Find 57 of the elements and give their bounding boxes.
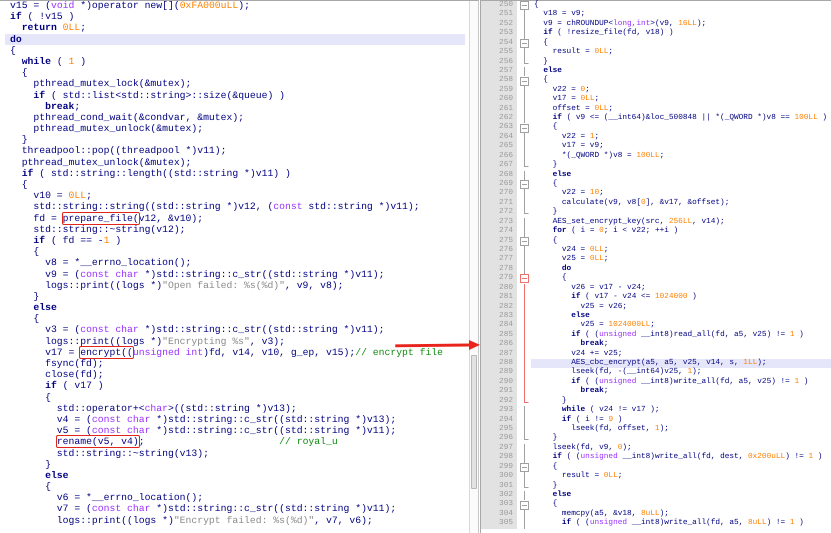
collapse-icon[interactable] <box>520 462 528 472</box>
collapse-icon[interactable] <box>520 76 528 86</box>
collapse-icon[interactable] <box>520 38 528 48</box>
code-line: v3 = (const char *)std::string::c_str((std::string *)v11); <box>44 324 386 336</box>
code-line: pthread_mutex_lock(&mutex); <box>32 78 192 90</box>
code-line: if ( std::list<std::string>::size(&queue) ) <box>32 90 286 101</box>
code-line: } <box>32 290 40 302</box>
scrollbar[interactable] <box>469 1 478 533</box>
code-line: v7 = (const char *)std::string::c_str((std::string *)v11); <box>56 503 398 515</box>
collapse-icon[interactable] <box>520 500 528 510</box>
code-line: else <box>44 470 70 482</box>
collapse-icon[interactable] <box>520 274 528 284</box>
code-line: } <box>20 134 29 146</box>
code-line: else <box>32 302 58 314</box>
code-line: { <box>32 246 40 258</box>
code-line: v15 = (void *)operator new[](0xFA000uLL); <box>10 0 251 12</box>
code-line: return 0LL; <box>22 22 88 34</box>
scrollbar-thumb[interactable] <box>471 355 477 489</box>
code-line: { <box>20 179 29 190</box>
code-line: while ( 1 ) <box>20 56 88 68</box>
code-line: std::string::~string(v12); <box>32 224 187 235</box>
code-line: threadpool::pop((threadpool *)v11); <box>20 145 228 157</box>
code-line: fd = prepare_file(v12, &v10); <box>32 212 204 224</box>
code-line: logs::print((logs *)"Encrypting %s", v3); <box>44 336 286 347</box>
code-line: std::operator+<char>((std::string *)v13); <box>56 402 298 414</box>
code-line: { <box>32 313 40 324</box>
code-line: pthread_cond_wait(&condvar, &mutex); <box>32 112 246 124</box>
collapse-icon[interactable] <box>520 180 528 190</box>
collapse-icon[interactable] <box>520 124 528 133</box>
code-line: v8 = *__errno_location(); <box>44 257 192 268</box>
code-line: std::string::~string(v13); <box>56 448 210 459</box>
code-line: v6 = *__errno_location(); <box>56 492 204 504</box>
code-line: logs::print((logs *)"Encrypt failed: %s(%d)", v7, v6); <box>56 514 374 526</box>
code-line: break; <box>44 100 82 112</box>
code-line: v4 = (const char *)std::string::c_str((std::string *)v13); <box>56 414 398 426</box>
code-line: close(fd); <box>44 369 105 380</box>
code-line: if ( fd == -1 ) <box>32 234 122 246</box>
code-line: { <box>20 67 29 78</box>
code-line: if ( !v15 ) <box>10 11 76 22</box>
code-line: { <box>44 481 52 492</box>
code-line: } <box>44 458 52 470</box>
code-line: pthread_mutex_unlock(&mutex); <box>20 156 192 168</box>
code-line: logs::print((logs *)"Open failed: %s(%d)", v9, v8); <box>44 280 345 291</box>
code-line: rename(v5, v4); // royal_u <box>56 436 339 448</box>
code-line: fsync(fd); <box>44 358 105 370</box>
code-line: v10 = 0LL; <box>32 190 93 202</box>
code-line: std::string::string((std::string *)v12, (const std::string *)v11); <box>32 201 421 213</box>
code-line: v9 = (const char *)std::string::c_str((std::string *)v11); <box>44 268 386 280</box>
code-line: v5 = (const char *)std::string::c_str((std::string *)v11); <box>56 425 398 436</box>
code-line: v17 = encrypt((unsigned int)fd, v14, v10, g_ep, v15);// encrypt file <box>44 346 444 358</box>
code-line: { <box>10 44 17 56</box>
collapse-icon[interactable] <box>520 236 528 246</box>
collapse-icon[interactable] <box>520 1 528 10</box>
code-line: { <box>44 392 52 403</box>
code-line: if ( v17 ) <box>44 380 105 392</box>
code-line: if ( std::string::length((std::string *)v11) ) <box>20 168 292 179</box>
code-line: pthread_mutex_unlock(&mutex); <box>32 123 204 134</box>
